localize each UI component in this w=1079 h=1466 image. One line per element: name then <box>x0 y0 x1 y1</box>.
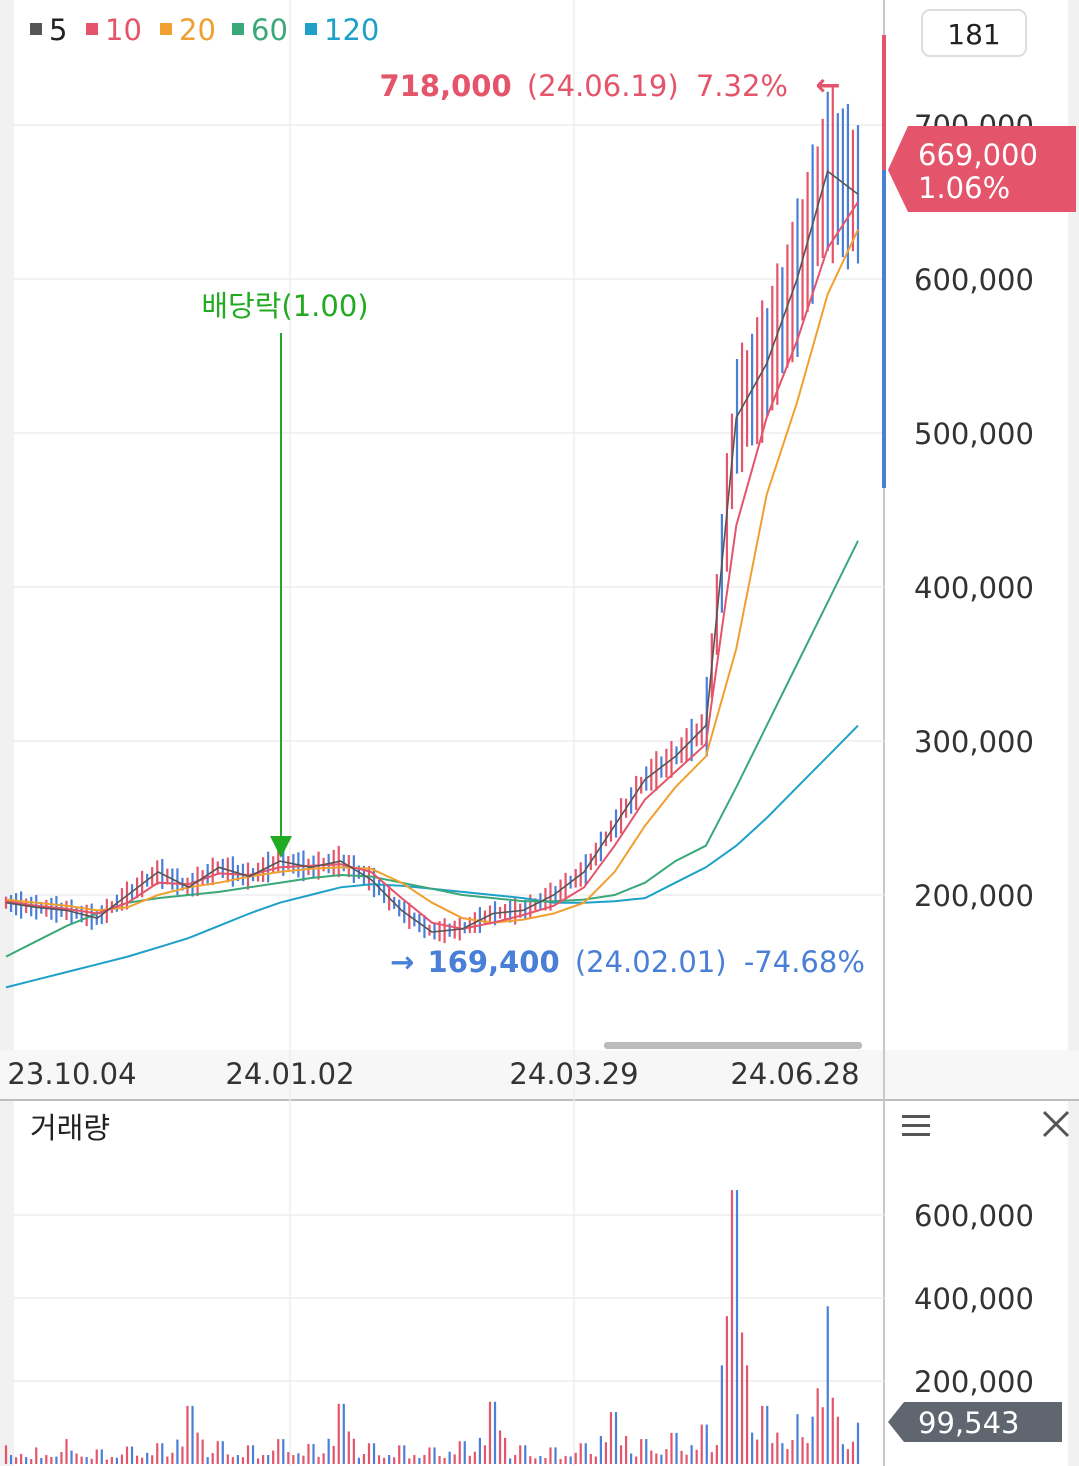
high-arrow-icon: ← <box>815 68 840 103</box>
stock-chart[interactable]: 배당락(1.00) 718,000 (24.06.19) 7.32% ← → 1… <box>0 0 1079 1466</box>
high-date: (24.06.19) <box>527 69 679 103</box>
legend-swatch <box>305 23 317 35</box>
legend-label: 10 <box>105 13 142 47</box>
low-annotation: → 169,400 (24.02.01) -74.68% <box>390 945 865 979</box>
low-pct: -74.68% <box>744 945 865 979</box>
low-date: (24.02.01) <box>575 945 727 979</box>
high-price: 718,000 <box>380 69 512 103</box>
price-axis-label: 400,000 <box>914 571 1034 605</box>
volume-panel-title: 거래량 <box>30 1111 110 1145</box>
volume-axis-label: 600,000 <box>914 1199 1034 1233</box>
legend-label: 120 <box>324 13 379 47</box>
current-volume: 99,543 <box>918 1406 1019 1440</box>
right-gutter <box>1068 0 1079 1466</box>
legend-label: 5 <box>49 13 67 47</box>
volume-axis-label: 200,000 <box>914 1365 1034 1399</box>
price-axis-label: 200,000 <box>914 879 1034 913</box>
low-arrow-icon: → <box>390 945 414 979</box>
price-axis-label: 600,000 <box>914 263 1034 297</box>
high-pct: 7.32% <box>696 69 788 103</box>
left-gutter <box>0 0 14 1466</box>
current-pct: 1.06% <box>918 171 1010 205</box>
x-axis-label: 24.06.28 <box>730 1057 859 1091</box>
legend-label: 60 <box>251 13 288 47</box>
volume-axis: 600,000 400,000 200,000 <box>914 1199 1034 1399</box>
x-axis-label: 24.03.29 <box>509 1057 638 1091</box>
price-axis-label: 300,000 <box>914 725 1034 759</box>
horizontal-scrollbar[interactable] <box>604 1042 862 1049</box>
legend-swatch <box>86 23 98 35</box>
legend-label: 20 <box>179 13 216 47</box>
range-bar-down <box>882 170 886 488</box>
legend-swatch <box>232 23 244 35</box>
current-price: 669,000 <box>918 138 1038 172</box>
legend-swatch <box>30 23 42 35</box>
legend-swatch <box>160 23 172 35</box>
period-value: 181 <box>947 18 1000 51</box>
high-annotation: 718,000 (24.06.19) 7.32% <box>380 69 788 103</box>
dividend-label: 배당락(1.00) <box>201 289 368 323</box>
x-axis-label: 24.01.02 <box>225 1057 354 1091</box>
x-axis-label: 23.10.04 <box>7 1057 136 1091</box>
low-price: 169,400 <box>428 945 560 979</box>
price-axis-label: 500,000 <box>914 417 1034 451</box>
volume-axis-label: 400,000 <box>914 1282 1034 1316</box>
